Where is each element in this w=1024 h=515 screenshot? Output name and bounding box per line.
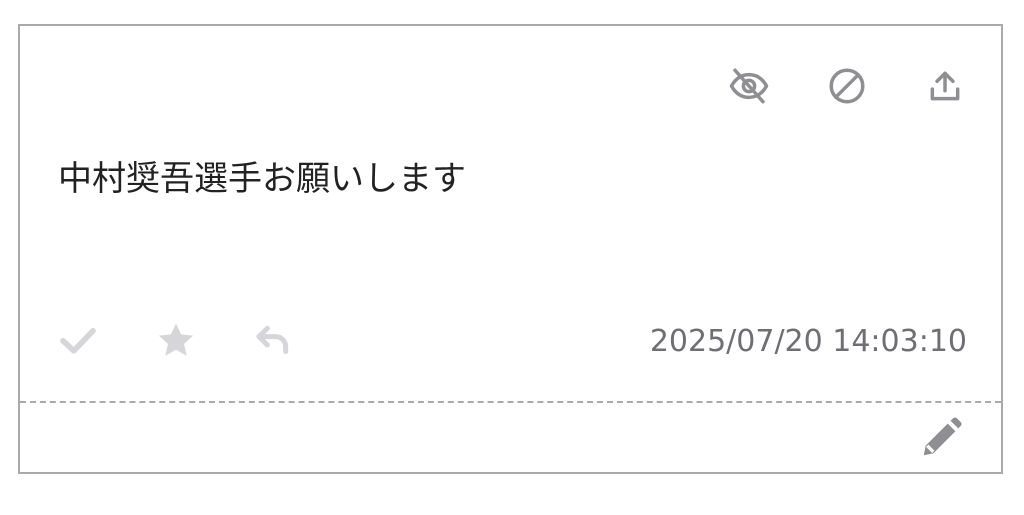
reply-button[interactable] — [250, 316, 298, 364]
hide-button[interactable] — [725, 62, 773, 110]
edit-button[interactable] — [917, 414, 965, 462]
ban-icon — [826, 65, 868, 107]
favorite-button[interactable] — [152, 316, 200, 364]
star-icon — [155, 319, 197, 361]
reply-icon — [254, 320, 294, 360]
message-text: 中村奨吾選手お願いします — [58, 159, 466, 199]
eye-slash-icon — [728, 65, 770, 107]
check-icon — [55, 320, 101, 360]
upload-icon — [926, 67, 964, 105]
block-button[interactable] — [823, 62, 871, 110]
divider — [20, 401, 1001, 403]
check-button[interactable] — [54, 316, 102, 364]
pencil-icon — [918, 415, 964, 461]
post-timestamp: 2025/07/20 14:03:10 — [649, 324, 967, 359]
share-button[interactable] — [921, 62, 969, 110]
